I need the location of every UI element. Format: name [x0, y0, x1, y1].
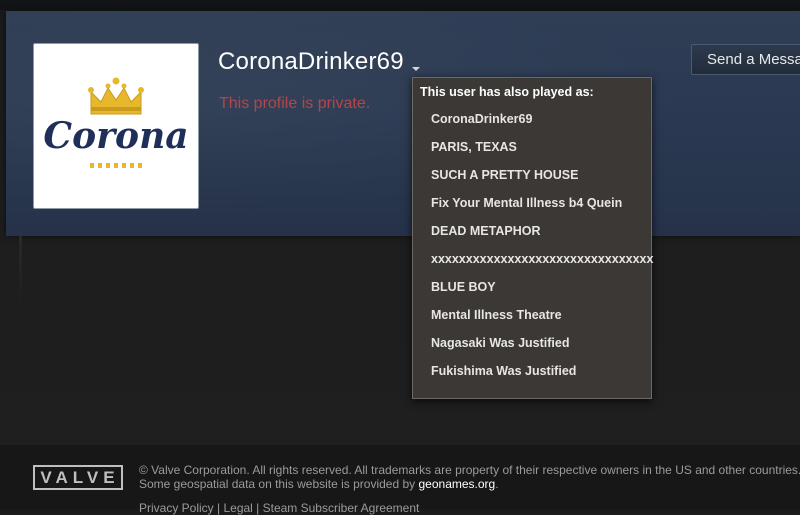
valve-logo[interactable]: VALVE: [33, 465, 123, 490]
alias-item: SUCH A PRETTY HOUSE: [431, 168, 579, 182]
header-separator: [19, 236, 22, 306]
alias-item: BLUE BOY: [431, 280, 496, 294]
profile-private-text: This profile is private.: [219, 95, 371, 112]
geonames-link[interactable]: geonames.org: [419, 477, 496, 491]
aliases-title: This user has also played as:: [420, 85, 594, 99]
alias-item: Fix Your Mental Illness b4 Quein: [431, 196, 623, 210]
chevron-down-icon[interactable]: [410, 62, 422, 74]
alias-item: CoronaDrinker69: [431, 112, 533, 126]
aliases-popup: This user has also played as: CoronaDrin…: [412, 77, 653, 399]
footer-copyright: © Valve Corporation. All rights reserved…: [139, 463, 800, 477]
alias-item: DEAD METAPHOR: [431, 224, 541, 238]
alias-item: Mental Illness Theatre: [431, 308, 562, 322]
alias-item: PARIS, TEXAS: [431, 140, 517, 154]
alias-item: Nagasaki Was Justified: [431, 336, 570, 350]
corona-logo-icon: Corona: [43, 77, 189, 168]
footer-geo-suffix: .: [495, 477, 499, 491]
top-strip: [0, 0, 800, 10]
persona-name: CoronaDrinker69: [218, 48, 404, 75]
alias-item: xxxxxxxxxxxxxxxxxxxxxxxxxxxxxxxx: [431, 252, 654, 266]
send-message-button[interactable]: Send a Message: [691, 44, 800, 75]
footer-geo-text: Some geospatial data on this website is …: [139, 477, 499, 491]
footer-geo-prefix: Some geospatial data on this website is …: [139, 477, 419, 491]
svg-text:Corona: Corona: [43, 115, 188, 157]
crown-icon: [88, 77, 144, 115]
avatar[interactable]: Corona: [33, 43, 199, 209]
alias-item: Fukishima Was Justified: [431, 364, 577, 378]
aliases-list: CoronaDrinker69 PARIS, TEXAS SUCH A PRET…: [431, 111, 653, 391]
footer-links[interactable]: Privacy Policy | Legal | Steam Subscribe…: [139, 501, 419, 515]
